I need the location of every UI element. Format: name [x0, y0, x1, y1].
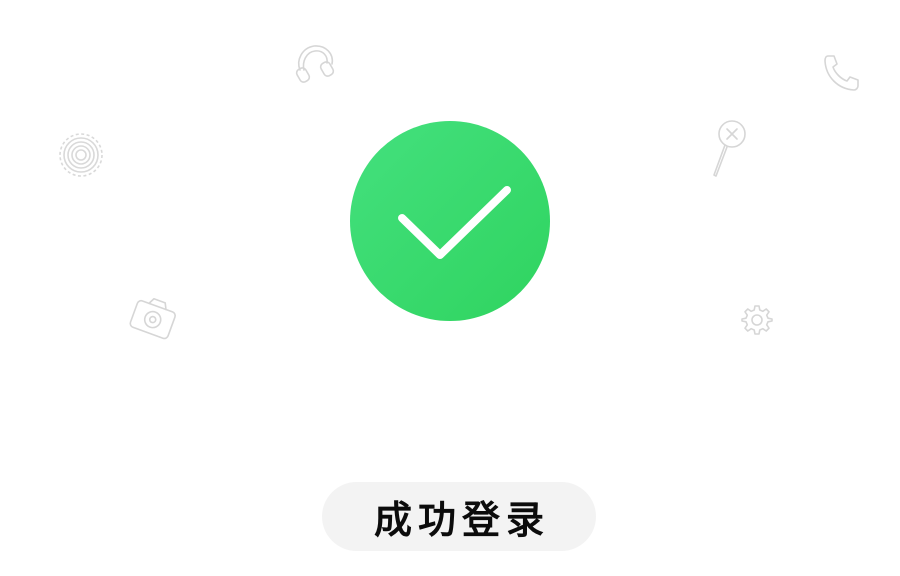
camera-icon — [127, 294, 181, 344]
status-message: 成功登录 — [373, 498, 550, 542]
settings-gear-icon — [741, 304, 773, 336]
success-badge — [350, 121, 550, 321]
headphones-icon — [290, 40, 338, 88]
login-success-screen: 成功登录 — [0, 0, 900, 576]
check-icon — [398, 186, 511, 259]
status-message-pill: 成功登录 — [322, 482, 596, 551]
phone-icon — [820, 52, 866, 94]
magnifier-icon — [707, 117, 751, 179]
gear-wheel-icon — [57, 131, 105, 179]
